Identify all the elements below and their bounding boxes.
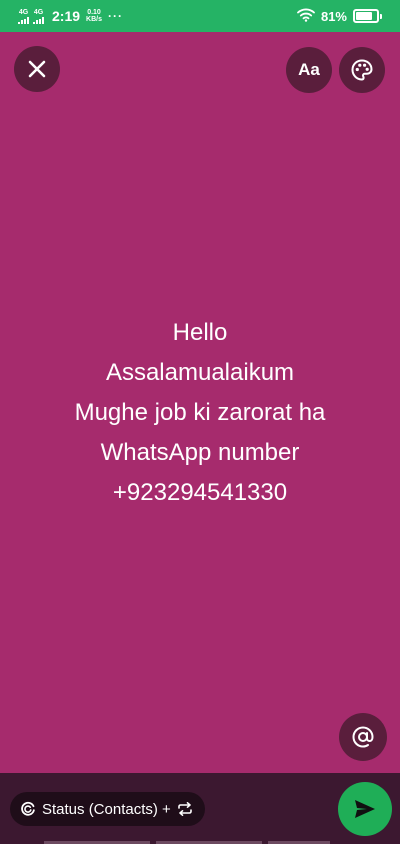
status-text-line: WhatsApp number (100, 439, 300, 466)
status-text-line: Mughe job ki zarorat ha (74, 399, 326, 426)
network-speed: 0.10 KB/s (86, 9, 102, 23)
mention-button[interactable] (339, 713, 387, 761)
send-icon (355, 800, 375, 818)
clock: 2:19 (52, 8, 81, 24)
status-privacy-icon (21, 801, 35, 816)
network-type-label: 4G (18, 8, 29, 16)
cross-post-icon (178, 802, 192, 816)
send-button[interactable] (338, 782, 392, 836)
palette-icon (351, 59, 373, 81)
close-button[interactable] (14, 46, 60, 92)
network-speed-unit: KB/s (86, 16, 102, 23)
battery-icon (353, 9, 382, 23)
status-bar-left: 4G 4G 2:19 0.10 KB/s ··· (18, 0, 123, 32)
bottom-bar: Status (Contacts) + (0, 773, 400, 844)
battery-percent: 81% (320, 8, 347, 24)
at-icon (352, 726, 374, 748)
signal-bars-icon (18, 16, 29, 24)
status-audience-button[interactable]: Status (Contacts) + (10, 792, 205, 826)
signal-bars-icon (33, 16, 44, 24)
status-text-line: Hello (172, 319, 228, 346)
network-type-label: 4G (33, 8, 44, 16)
status-audience-label: Status (Contacts) + (42, 800, 171, 818)
status-bar-right: 81% (297, 0, 382, 32)
signal-indicator-sim1: 4G (18, 9, 29, 24)
status-text-content[interactable]: Hello Assalamualaikum Mughe job ki zaror… (20, 313, 380, 513)
network-speed-value: 0.10 (87, 9, 101, 16)
signal-indicator-sim2: 4G (33, 9, 44, 24)
wifi-icon (297, 8, 315, 25)
font-style-button[interactable]: Aa (286, 47, 332, 93)
status-text-line: +923294541330 (112, 479, 288, 506)
status-text-line: Assalamualaikum (105, 359, 295, 386)
font-style-label: Aa (298, 60, 320, 79)
background-color-button[interactable] (339, 47, 385, 93)
close-icon (28, 60, 46, 78)
more-notifications-icon: ··· (107, 9, 123, 23)
system-status-bar: 4G 4G 2:19 0.10 KB/s ··· 81% (0, 0, 400, 32)
